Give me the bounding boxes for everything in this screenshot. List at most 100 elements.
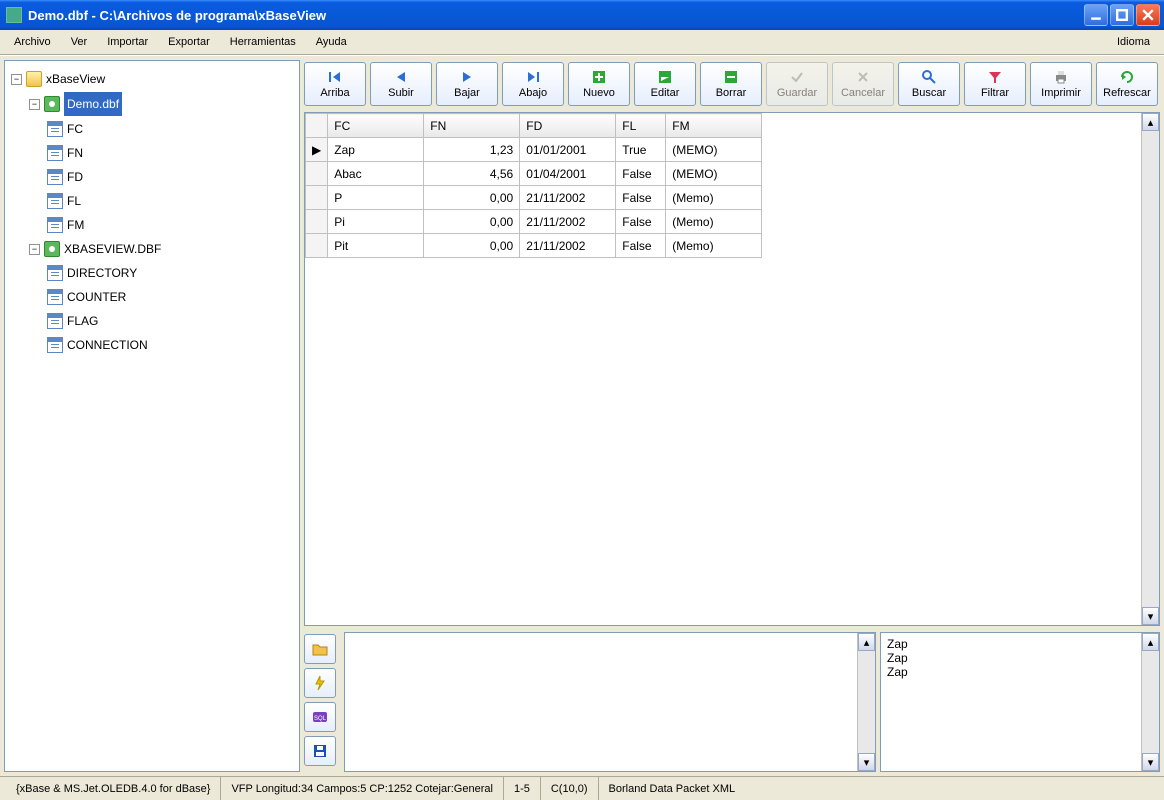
sql-icon: SQL xyxy=(312,709,328,725)
table-row[interactable]: P 0,00 21/11/2002 False (Memo) xyxy=(306,186,762,210)
bajar-button[interactable]: Bajar xyxy=(436,62,498,106)
tree-field-directory[interactable]: DIRECTORY xyxy=(45,261,297,285)
table-icon xyxy=(47,289,63,305)
guardar-button: Guardar xyxy=(766,62,828,106)
first-icon xyxy=(327,69,343,85)
search-icon xyxy=(921,69,937,85)
minimize-button[interactable] xyxy=(1084,4,1108,26)
save-icon xyxy=(312,743,328,759)
last-icon xyxy=(525,69,541,85)
minus-icon xyxy=(723,69,739,85)
memo-left-text[interactable] xyxy=(345,633,857,771)
nuevo-button[interactable]: Nuevo xyxy=(568,62,630,106)
data-grid[interactable]: FC FN FD FL FM ▶ Zap 1,23 01/01/2001 Tru… xyxy=(304,112,1160,626)
tree-field-fd[interactable]: FD xyxy=(45,165,297,189)
table-icon xyxy=(47,145,63,161)
menubar: Archivo Ver Importar Exportar Herramient… xyxy=(0,30,1164,55)
next-icon xyxy=(459,69,475,85)
tree-root-label: xBaseView xyxy=(46,68,105,90)
menu-ver[interactable]: Ver xyxy=(61,32,98,52)
row-indicator-icon: ▶ xyxy=(306,138,328,162)
open-button[interactable] xyxy=(304,634,336,664)
table-icon xyxy=(47,337,63,353)
save-button[interactable] xyxy=(304,736,336,766)
vertical-scrollbar[interactable]: ▴ ▾ xyxy=(1141,113,1159,625)
scroll-down-icon[interactable]: ▾ xyxy=(858,753,875,771)
collapse-icon[interactable]: − xyxy=(29,244,40,255)
scroll-down-icon[interactable]: ▾ xyxy=(1142,607,1159,625)
table-icon xyxy=(47,121,63,137)
execute-button[interactable] xyxy=(304,668,336,698)
scroll-down-icon[interactable]: ▾ xyxy=(1142,753,1159,771)
arriba-button[interactable]: Arriba xyxy=(304,62,366,106)
tree-field-fm[interactable]: FM xyxy=(45,213,297,237)
vertical-scrollbar[interactable]: ▴▾ xyxy=(1141,633,1159,771)
prev-icon xyxy=(393,69,409,85)
collapse-icon[interactable]: − xyxy=(29,99,40,110)
editar-button[interactable]: Editar xyxy=(634,62,696,106)
edit-icon xyxy=(657,69,673,85)
tree-root[interactable]: − xBaseView xyxy=(9,67,297,91)
table-row[interactable]: Abac 4,56 01/04/2001 False (MEMO) xyxy=(306,162,762,186)
folder-icon xyxy=(26,71,42,87)
table-row[interactable]: Pit 0,00 21/11/2002 False (Memo) xyxy=(306,234,762,258)
check-icon xyxy=(789,69,805,85)
imprimir-button[interactable]: Imprimir xyxy=(1030,62,1092,106)
scroll-up-icon[interactable]: ▴ xyxy=(858,633,875,651)
sql-button[interactable]: SQL xyxy=(304,702,336,732)
borrar-button[interactable]: Borrar xyxy=(700,62,762,106)
svg-text:SQL: SQL xyxy=(314,716,327,722)
memo-left-panel[interactable]: ▴▾ xyxy=(344,632,876,772)
menu-importar[interactable]: Importar xyxy=(97,32,158,52)
window-title: Demo.dbf - C:\Archivos de programa\xBase… xyxy=(28,8,1084,23)
col-fc[interactable]: FC xyxy=(328,114,424,138)
menu-exportar[interactable]: Exportar xyxy=(158,32,220,52)
database-icon xyxy=(44,241,60,257)
table-row[interactable]: Pi 0,00 21/11/2002 False (Memo) xyxy=(306,210,762,234)
maximize-button[interactable] xyxy=(1110,4,1134,26)
menu-herramientas[interactable]: Herramientas xyxy=(220,32,306,52)
print-icon xyxy=(1053,69,1069,85)
table-icon xyxy=(47,313,63,329)
status-coltype: C(10,0) xyxy=(541,777,599,800)
buscar-button[interactable]: Buscar xyxy=(898,62,960,106)
col-fn[interactable]: FN xyxy=(424,114,520,138)
x-icon xyxy=(855,69,871,85)
scroll-up-icon[interactable]: ▴ xyxy=(1142,113,1159,131)
tree-field-connection[interactable]: CONNECTION xyxy=(45,333,297,357)
tree-xbv-label: XBASEVIEW.DBF xyxy=(64,238,161,260)
menu-archivo[interactable]: Archivo xyxy=(4,32,61,52)
memo-right-panel[interactable]: Zap Zap Zap ▴▾ xyxy=(880,632,1160,772)
status-packet: Borland Data Packet XML xyxy=(599,777,1158,800)
table-row[interactable]: ▶ Zap 1,23 01/01/2001 True (MEMO) xyxy=(306,138,762,162)
tree-demo-dbf[interactable]: − Demo.dbf xyxy=(27,91,297,117)
memo-right-text[interactable]: Zap Zap Zap xyxy=(881,633,1141,771)
collapse-icon[interactable]: − xyxy=(11,74,22,85)
menu-ayuda[interactable]: Ayuda xyxy=(306,32,357,52)
col-fm[interactable]: FM xyxy=(666,114,762,138)
filter-icon xyxy=(987,69,1003,85)
status-range: 1-5 xyxy=(504,777,541,800)
close-button[interactable] xyxy=(1136,4,1160,26)
tree-field-fc[interactable]: FC xyxy=(45,117,297,141)
filtrar-button[interactable]: Filtrar xyxy=(964,62,1026,106)
table-icon xyxy=(47,265,63,281)
tree-field-flag[interactable]: FLAG xyxy=(45,309,297,333)
tree-field-fn[interactable]: FN xyxy=(45,141,297,165)
tree-field-counter[interactable]: COUNTER xyxy=(45,285,297,309)
subir-button[interactable]: Subir xyxy=(370,62,432,106)
refrescar-button[interactable]: Refrescar xyxy=(1096,62,1158,106)
status-info: VFP Longitud:34 Campos:5 CP:1252 Cotejar… xyxy=(221,777,504,800)
row-marker-header xyxy=(306,114,328,138)
tree-demo-label: Demo.dbf xyxy=(64,92,122,116)
tree-xbaseview-dbf[interactable]: − XBASEVIEW.DBF xyxy=(27,237,297,261)
vertical-scrollbar[interactable]: ▴▾ xyxy=(857,633,875,771)
tree-field-fl[interactable]: FL xyxy=(45,189,297,213)
menu-idioma[interactable]: Idioma xyxy=(1107,32,1160,52)
table-icon xyxy=(47,193,63,209)
toolbar: Arriba Subir Bajar Abajo Nuevo Editar Bo… xyxy=(304,60,1160,112)
col-fl[interactable]: FL xyxy=(616,114,666,138)
abajo-button[interactable]: Abajo xyxy=(502,62,564,106)
col-fd[interactable]: FD xyxy=(520,114,616,138)
scroll-up-icon[interactable]: ▴ xyxy=(1142,633,1159,651)
